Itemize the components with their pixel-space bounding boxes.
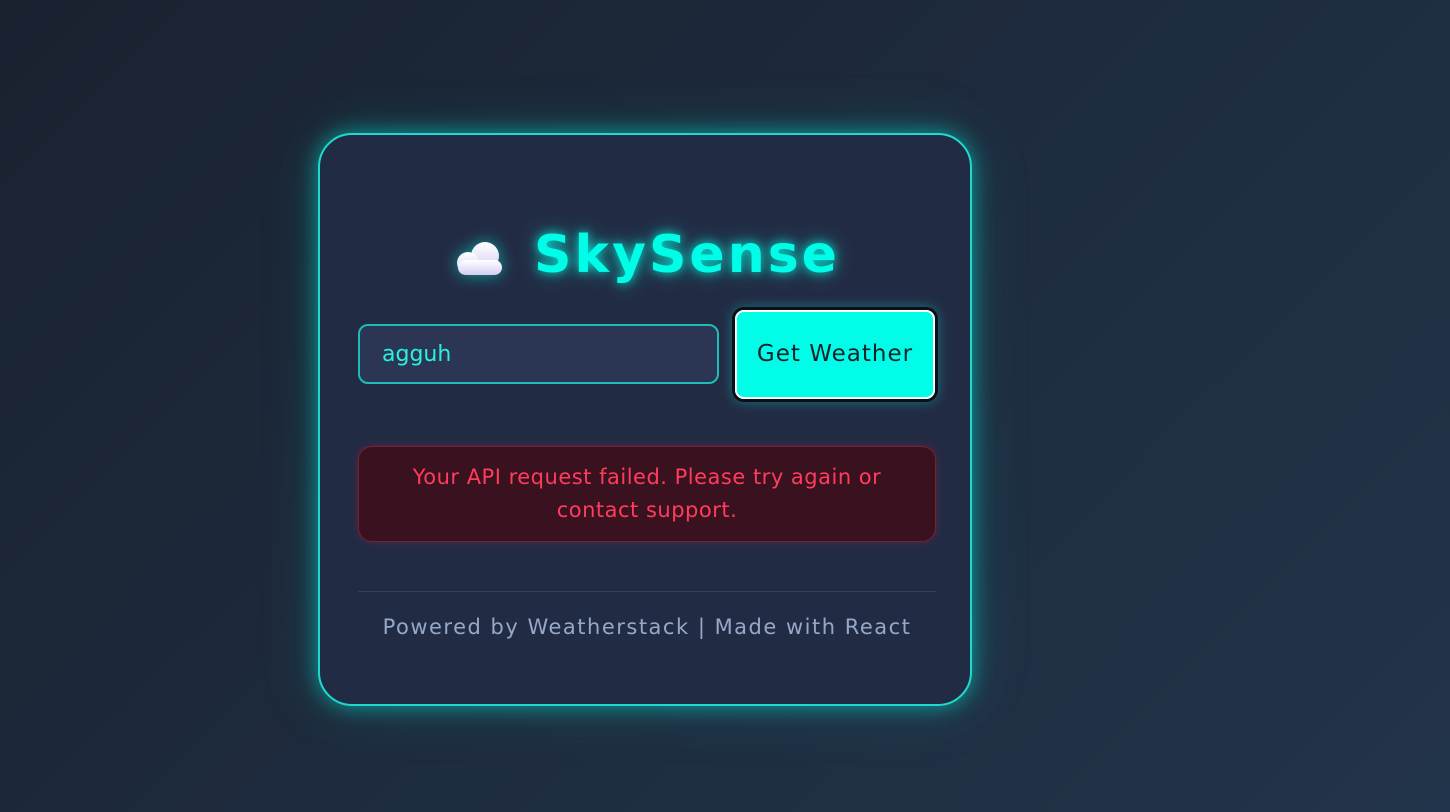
city-search-input[interactable]	[358, 324, 719, 384]
error-message-box: Your API request failed. Please try agai…	[358, 446, 936, 542]
app-title: SkySense	[534, 225, 840, 285]
footer-divider	[358, 591, 936, 592]
error-message: Your API request failed. Please try agai…	[412, 465, 882, 522]
get-weather-button[interactable]: Get Weather	[732, 307, 938, 402]
weather-card: SkySense Get Weather Your API request fa…	[318, 133, 972, 706]
cloud-icon	[457, 242, 503, 275]
app-header: SkySense	[320, 223, 970, 287]
footer-credits: Powered by Weatherstack | Made with Reac…	[382, 615, 912, 639]
